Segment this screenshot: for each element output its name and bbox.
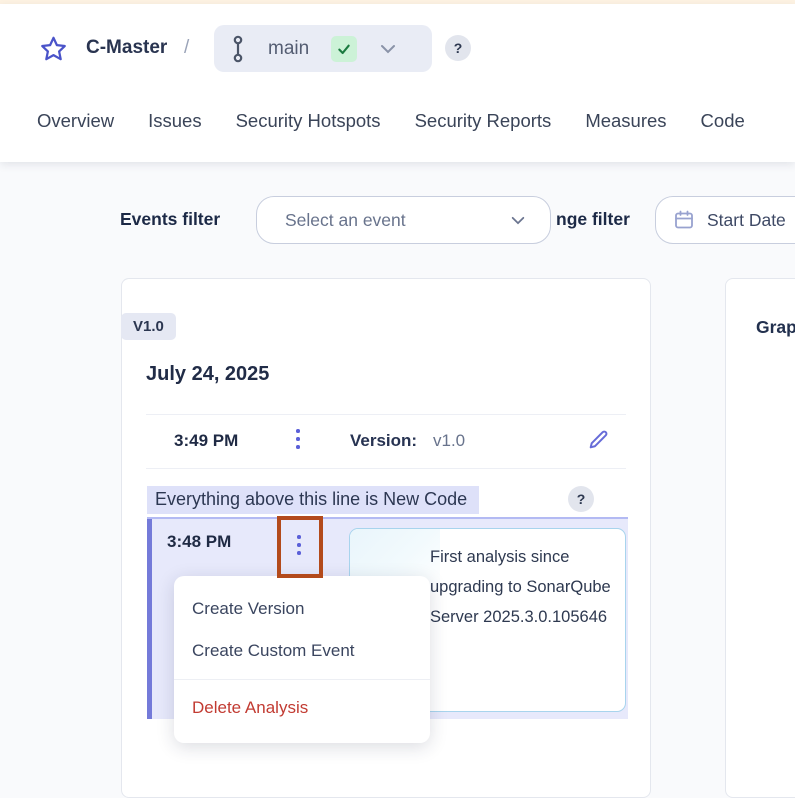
nav-tab-overview[interactable]: Overview xyxy=(37,110,114,132)
branch-help-icon[interactable]: ? xyxy=(445,35,471,61)
graph-card-title: Graph xyxy=(756,317,795,338)
analysis-context-menu: Create Version Create Custom Event Delet… xyxy=(174,576,430,743)
analysis-time: 3:49 PM xyxy=(174,431,238,451)
quality-gate-passed-badge xyxy=(331,36,357,62)
nav-tab-security-reports[interactable]: Security Reports xyxy=(415,110,552,132)
breadcrumb: C-Master / main ? xyxy=(0,28,795,78)
analysis-date-heading: July 24, 2025 xyxy=(146,363,269,386)
divider xyxy=(146,468,626,469)
new-code-banner: Everything above this line is New Code xyxy=(147,486,479,514)
nav-tab-code[interactable]: Code xyxy=(701,110,745,132)
chevron-down-icon xyxy=(510,215,526,226)
project-name[interactable]: C-Master xyxy=(86,37,167,59)
new-code-help-icon[interactable]: ? xyxy=(568,486,594,512)
chevron-down-icon xyxy=(379,43,397,55)
version-badge: V1.0 xyxy=(121,313,176,340)
nav-tab-issues[interactable]: Issues xyxy=(148,110,201,132)
app-header: C-Master / main ? xyxy=(0,4,795,162)
branch-selector[interactable]: main xyxy=(214,25,432,72)
breadcrumb-separator: / xyxy=(184,37,189,59)
range-filter-label: nge filter xyxy=(556,209,630,230)
analysis-kebab-menu-button[interactable] xyxy=(296,429,300,449)
edit-version-pencil-icon[interactable] xyxy=(586,427,611,452)
divider xyxy=(146,414,626,415)
calendar-icon xyxy=(673,209,695,231)
events-filter-select[interactable]: Select an event xyxy=(256,196,551,244)
events-filter-label: Events filter xyxy=(120,209,220,230)
event-value: v1.0 xyxy=(433,431,465,451)
nav-tab-measures[interactable]: Measures xyxy=(585,110,666,132)
menu-item-delete-analysis[interactable]: Delete Analysis xyxy=(174,687,430,729)
branch-name: main xyxy=(268,38,309,60)
start-date-input[interactable]: Start Date xyxy=(655,196,795,244)
nav-tab-security-hotspots[interactable]: Security Hotspots xyxy=(236,110,381,132)
favorite-star-icon[interactable] xyxy=(40,35,67,62)
menu-item-create-custom-event[interactable]: Create Custom Event xyxy=(174,630,430,672)
analysis-time: 3:48 PM xyxy=(167,532,231,552)
analysis-kebab-menu-button[interactable] xyxy=(297,535,301,555)
menu-divider xyxy=(174,679,430,680)
graph-card: Graph xyxy=(725,278,795,798)
branch-icon xyxy=(230,34,246,64)
menu-item-create-version[interactable]: Create Version xyxy=(174,588,430,630)
start-date-placeholder: Start Date xyxy=(707,210,786,231)
main-nav: Overview Issues Security Hotspots Securi… xyxy=(37,110,745,132)
events-filter-placeholder: Select an event xyxy=(285,210,510,231)
tooltip-text: First analysis since upgrading to SonarQ… xyxy=(430,542,616,632)
event-type-label: Version: xyxy=(350,431,417,451)
